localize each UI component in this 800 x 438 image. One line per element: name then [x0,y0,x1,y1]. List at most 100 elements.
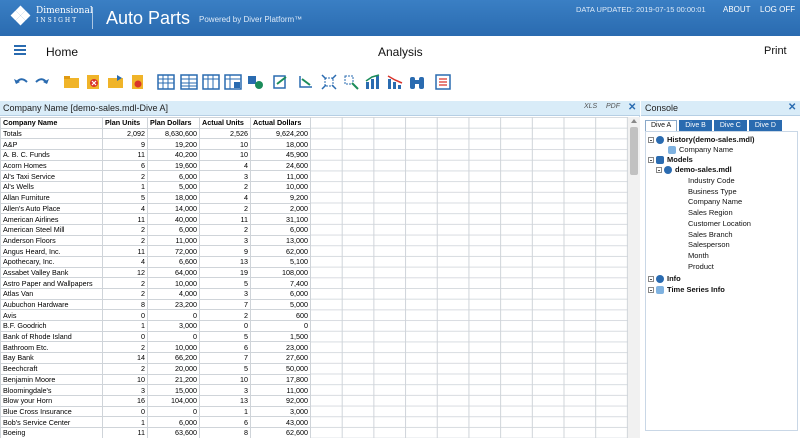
scroll-up-icon[interactable] [631,119,637,123]
company-name-cell[interactable]: Bloomingdale's [0,384,103,396]
save-folder-icon[interactable] [107,73,125,91]
redo-icon[interactable] [33,73,51,91]
table-row[interactable]: Bob's Service Center 1 6,000 6 43,000 [0,416,311,428]
tree-time-series[interactable]: Time Series Info [648,285,725,295]
table-row[interactable]: Al's Taxi Service 2 6,000 3 11,000 [0,170,311,183]
column-header[interactable]: Actual Units [199,117,251,129]
company-name-cell[interactable]: Bob's Service Center [0,416,103,428]
company-name-cell[interactable]: Avis [0,309,103,322]
table-row[interactable]: Boeing 11 63,600 8 62,600 [0,426,311,438]
table-row[interactable]: Blue Cross Insurance 0 0 1 3,000 [0,405,311,418]
table-row[interactable]: Allen's Auto Place 4 14,000 2 2,000 [0,202,311,215]
settings-icon[interactable] [342,73,360,91]
home-link[interactable]: Home [46,45,78,59]
tab-dive-a[interactable]: Dive A [645,120,678,131]
company-name-cell[interactable]: Assabet Valley Bank [0,266,103,279]
table-row[interactable]: A&P 9 19,200 10 18,000 [0,138,311,151]
company-name-cell[interactable]: Bathroom Etc. [0,341,103,354]
table-icon[interactable] [224,73,242,91]
collapse-icon[interactable] [656,167,662,174]
table-row[interactable]: Bloomingdale's 3 15,000 3 11,000 [0,384,311,396]
table-icon[interactable] [157,73,175,91]
line-chart-icon[interactable] [386,73,404,91]
table-row[interactable]: Beechcraft 2 20,000 5 50,000 [0,362,311,375]
tree-dimension[interactable]: Product [688,262,714,272]
company-name-cell[interactable]: Al's Taxi Service [0,170,103,183]
table-icon[interactable] [180,73,198,91]
expand-icon[interactable] [648,276,654,283]
close-icon[interactable]: ✕ [628,102,636,113]
company-name-cell[interactable]: Beechcraft [0,362,103,375]
company-name-cell[interactable]: Allen's Auto Place [0,202,103,215]
tree-dimension[interactable]: Company Name [688,197,742,207]
company-name-cell[interactable]: Acorn Homes [0,159,103,172]
tree-model-file[interactable]: demo-sales.mdl [656,165,732,175]
xls-export-button[interactable]: XLS [584,103,597,110]
column-header[interactable]: Company Name [0,117,103,129]
tree-dimension[interactable]: Customer Location [688,219,751,229]
table-row[interactable]: Allan Furniture 5 18,000 4 9,200 [0,191,311,204]
table-row[interactable]: Blow your Horn 16 104,000 13 92,000 [0,394,311,407]
tree-models[interactable]: Models [648,155,693,165]
tab-dive-b[interactable]: Dive B [679,120,712,131]
bar-chart-icon[interactable] [364,73,382,91]
table-row[interactable]: Atlas Van 2 4,000 3 6,000 [0,288,311,300]
company-name-cell[interactable]: Astro Paper and Wallpapers [0,277,103,289]
scrollbar-thumb[interactable] [630,127,638,175]
open-folder-icon[interactable] [63,73,81,91]
company-name-cell[interactable]: Blue Cross Insurance [0,405,103,418]
table-row[interactable]: Acorn Homes 6 19,600 4 24,600 [0,159,311,172]
shuffle-icon[interactable] [320,73,338,91]
print-button[interactable]: Print [764,45,787,57]
tree-dimension[interactable]: Industry Code [688,176,735,186]
company-name-cell[interactable]: Apothecary, Inc. [0,255,103,268]
company-name-cell[interactable]: Al's Wells [0,181,103,193]
tree-dimension[interactable]: Business Type [688,187,737,197]
collapse-icon[interactable] [648,157,654,164]
table-row[interactable]: Bank of Rhode Island 0 0 5 1,500 [0,330,311,343]
table-row[interactable]: Bathroom Etc. 2 10,000 6 23,000 [0,341,311,354]
table-row[interactable]: Benjamin Moore 10 21,200 10 17,800 [0,373,311,386]
logoff-link[interactable]: LOG OFF [760,5,795,14]
tree-history[interactable]: History(demo-sales.mdl) [648,135,755,145]
table-row[interactable]: Angus Heard, Inc. 11 72,000 9 62,000 [0,245,311,257]
pdf-export-button[interactable]: PDF [606,103,620,110]
company-name-cell[interactable]: Boeing [0,426,103,438]
company-name-cell[interactable]: Totals [0,127,103,140]
chart-icon[interactable] [246,73,264,91]
company-name-cell[interactable]: B.F. Goodrich [0,320,103,332]
logo[interactable]: Dimensional INSIGHT [10,5,93,26]
table-row[interactable]: Al's Wells 1 5,000 2 10,000 [0,181,311,193]
tree-info[interactable]: Info [648,274,681,284]
tree-dimension[interactable]: Month [688,251,709,261]
company-name-cell[interactable]: Anderson Floors [0,234,103,247]
company-name-cell[interactable]: American Steel Mill [0,223,103,236]
table-row[interactable]: B.F. Goodrich 1 3,000 0 0 [0,320,311,332]
table-row[interactable]: Bay Bank 14 66,200 7 27,600 [0,352,311,364]
binoculars-icon[interactable] [408,73,426,91]
company-name-cell[interactable]: A. B. C. Funds [0,149,103,161]
company-name-cell[interactable]: Atlas Van [0,288,103,300]
company-name-cell[interactable]: Benjamin Moore [0,373,103,386]
tab-dive-d[interactable]: Dive D [748,120,782,131]
company-name-cell[interactable]: Bay Bank [0,352,103,364]
about-link[interactable]: ABOUT [723,5,751,14]
company-name-cell[interactable]: A&P [0,138,103,151]
table-row[interactable]: Aubuchon Hardware 8 23,200 7 5,000 [0,298,311,311]
drill-icon[interactable] [297,73,315,91]
table-row[interactable]: American Airlines 11 40,000 11 31,100 [0,213,311,225]
column-header[interactable]: Plan Units [102,117,148,129]
menu-icon[interactable] [14,45,26,55]
table-row[interactable]: Anderson Floors 2 11,000 3 13,000 [0,234,311,247]
tree-dimension[interactable]: Salesperson [688,240,730,250]
vertical-scrollbar[interactable] [628,117,640,438]
undo-icon[interactable] [12,73,30,91]
close-icon[interactable]: ✕ [788,102,796,113]
table-row[interactable]: Assabet Valley Bank 12 64,000 19 108,000 [0,266,311,279]
table-row[interactable]: Astro Paper and Wallpapers 2 10,000 5 7,400 [0,277,311,289]
column-header[interactable]: Actual Dollars [250,117,311,129]
company-name-cell[interactable]: Blow your Horn [0,394,103,407]
expand-icon[interactable] [648,287,654,294]
table-row[interactable]: Totals 2,092 8,630,600 2,526 9,624,200 [0,127,311,140]
list-icon[interactable] [434,73,452,91]
